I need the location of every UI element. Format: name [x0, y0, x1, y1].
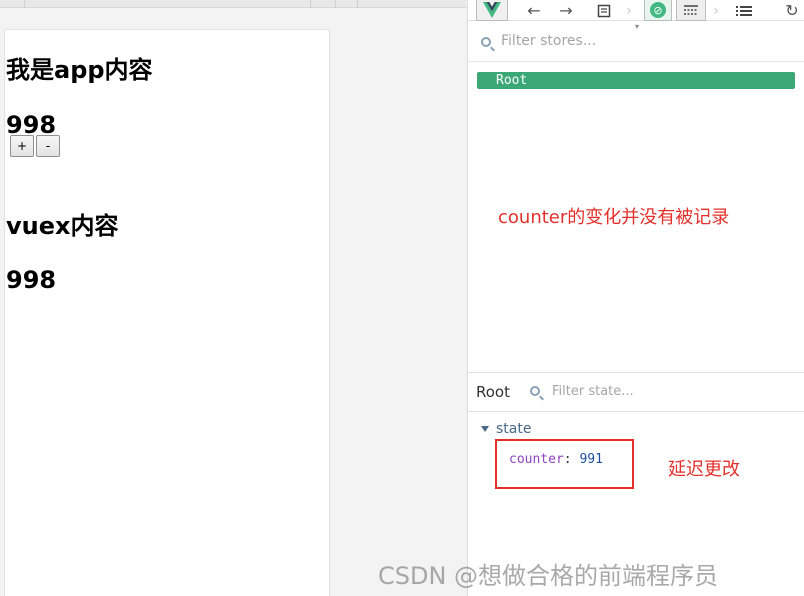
search-icon	[481, 37, 491, 47]
vuex-title: vuex内容	[6, 212, 119, 240]
state-counter-row[interactable]: counter: 991	[509, 452, 603, 467]
decrement-button[interactable]: -	[36, 135, 60, 157]
app-title: 我是app内容	[6, 56, 153, 84]
vuex-counter-value: 998	[6, 266, 57, 294]
caret-down-icon	[481, 426, 489, 432]
store-root-label: Root	[496, 73, 528, 88]
refresh-icon[interactable]: ↻	[782, 0, 802, 21]
filter-state-input[interactable]: Filter state...	[552, 384, 634, 399]
forward-arrow-icon[interactable]: →	[556, 0, 576, 21]
list-icon[interactable]	[734, 0, 754, 21]
state-panel-header: Root Filter state...	[468, 372, 804, 412]
events-icon[interactable]	[676, 0, 706, 21]
devtools-toolbar: ← → › ⊘ › ↻	[468, 0, 804, 21]
csdn-watermark: CSDN @想做合格的前端程序员	[378, 562, 719, 590]
search-icon	[530, 386, 540, 396]
annotation-delayed-change: 延迟更改	[668, 459, 740, 480]
state-panel-title: Root	[476, 383, 510, 401]
filter-stores-bar: Filter stores...	[468, 30, 804, 62]
filter-stores-input[interactable]: Filter stores...	[501, 33, 596, 49]
state-value: 991	[579, 452, 603, 467]
tab-divider	[335, 0, 336, 8]
state-colon: :	[563, 452, 580, 467]
vue-logo-icon[interactable]	[476, 0, 508, 21]
state-section-toggle[interactable]: state	[481, 421, 532, 437]
vuex-icon[interactable]: ⊘	[644, 0, 672, 21]
tab-divider	[24, 0, 25, 8]
annotation-not-recorded: counter的变化并没有被记录	[498, 207, 730, 228]
increment-button[interactable]: +	[10, 135, 35, 157]
chevron-right-icon: ›	[626, 2, 632, 19]
chevron-right-icon: ›	[713, 2, 719, 19]
components-icon[interactable]	[594, 0, 614, 21]
tab-divider	[357, 0, 358, 8]
store-root-item[interactable]: Root	[477, 72, 795, 89]
screenshot-root: 我是app内容 998 + - vuex内容 998 ← → › ⊘ › ↻ ▾	[0, 0, 804, 596]
tab-divider	[310, 0, 311, 8]
back-arrow-icon[interactable]: ←	[524, 0, 544, 21]
vue-devtools-panel: ← → › ⊘ › ↻ ▾ Filter stores... Root Root…	[467, 0, 804, 596]
browser-tab-strip	[0, 0, 466, 8]
state-key: counter	[509, 452, 564, 467]
state-section-label: state	[496, 421, 532, 437]
